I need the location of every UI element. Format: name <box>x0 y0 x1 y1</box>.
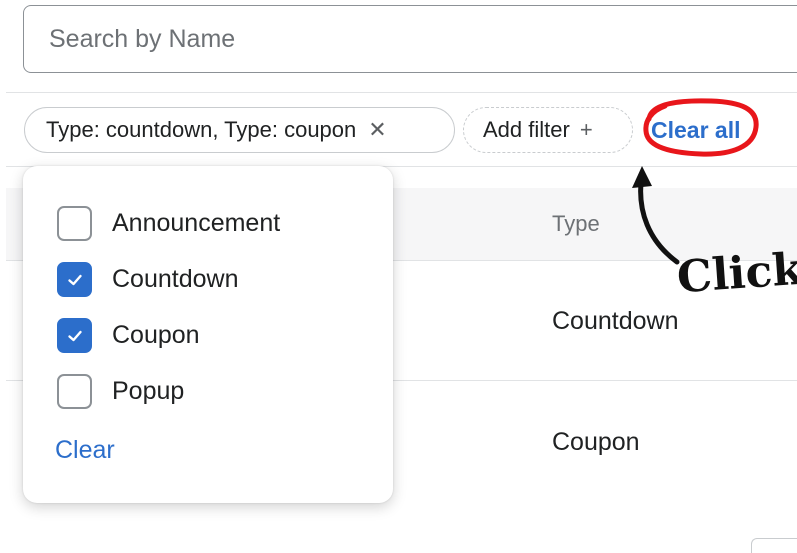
checkbox[interactable] <box>57 374 92 409</box>
annotation-text: Click <box>675 243 797 304</box>
type-filter-popover: Announcement Countdown Coupon Popup Clea… <box>23 166 393 503</box>
table-cell-type: Coupon <box>552 428 640 456</box>
option-coupon[interactable]: Coupon <box>57 318 200 353</box>
annotation-circle <box>643 98 759 157</box>
plus-icon: + <box>579 117 593 142</box>
add-filter-label: Add filter <box>483 117 570 142</box>
option-label: Countdown <box>112 265 239 293</box>
checkmark-icon <box>67 274 82 285</box>
checkbox[interactable] <box>57 262 92 297</box>
applied-filter-label: Type: countdown, Type: coupon <box>46 117 357 142</box>
option-label: Popup <box>112 377 185 405</box>
column-header-type[interactable]: Type <box>552 211 600 237</box>
checkbox[interactable] <box>57 318 92 353</box>
option-countdown[interactable]: Countdown <box>57 262 238 297</box>
checkmark-icon <box>67 330 82 341</box>
search-field[interactable] <box>23 5 797 73</box>
checkbox[interactable] <box>57 206 92 241</box>
add-filter-button[interactable]: Add filter + <box>463 107 633 153</box>
option-label: Announcement <box>112 209 281 237</box>
search-input[interactable] <box>24 23 797 55</box>
option-popup[interactable]: Popup <box>57 374 184 409</box>
applied-filter-chip[interactable]: Type: countdown, Type: coupon ✕ <box>24 107 455 153</box>
close-icon[interactable]: ✕ <box>368 117 386 143</box>
clear-button[interactable]: Clear <box>55 436 115 465</box>
option-announcement[interactable]: Announcement <box>57 206 280 241</box>
option-label: Coupon <box>112 321 200 349</box>
pagination-corner <box>751 538 797 553</box>
divider <box>6 92 797 93</box>
table-cell-type: Countdown <box>552 307 679 335</box>
